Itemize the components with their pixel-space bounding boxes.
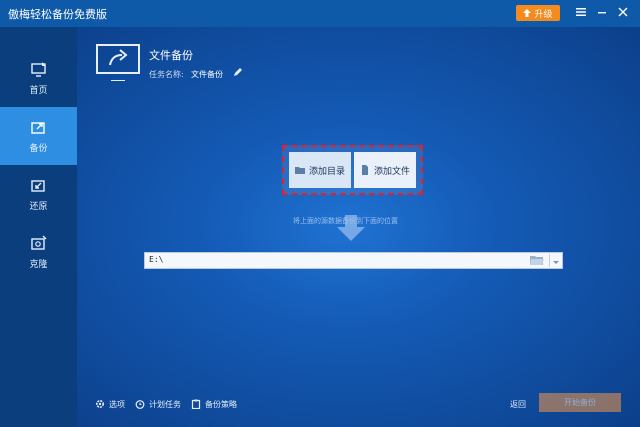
- add-file-label: 添加文件: [373, 166, 410, 177]
- close-icon[interactable]: [615, 5, 631, 21]
- sidebar-item-clone[interactable]: 克隆: [0, 223, 77, 281]
- add-directory-button[interactable]: 添加目录: [289, 152, 351, 188]
- hint-text: 将上面的源数据备份到下面的位置: [293, 217, 398, 225]
- minimize-icon[interactable]: [594, 5, 610, 21]
- home-monitor-icon: [30, 61, 46, 77]
- destination-path-value: E:\: [149, 255, 164, 264]
- alarm-clock-icon: [135, 400, 145, 409]
- browse-folder-icon[interactable]: [530, 255, 544, 266]
- source-selection-box: 添加目录 添加文件: [282, 145, 423, 195]
- edit-pencil-icon[interactable]: [233, 67, 243, 77]
- start-backup-label: 开始备份: [564, 398, 596, 407]
- file-backup-monitor-icon: [96, 44, 140, 81]
- sidebar-item-backup[interactable]: 备份: [0, 107, 77, 165]
- chevron-down-icon: [553, 261, 559, 264]
- task-name-label: 任务名称:: [149, 70, 184, 79]
- backup-strategy-button[interactable]: 备份策略: [191, 399, 237, 410]
- back-button[interactable]: 返回: [510, 399, 526, 410]
- folder-add-icon: [294, 167, 305, 174]
- gear-icon: [95, 399, 105, 409]
- sidebar-item-label: 克隆: [29, 259, 48, 270]
- main-panel: 文件备份 任务名称: 文件备份 添加目录 添加文件 将上面的源数据备份到下面的位…: [77, 27, 640, 427]
- sidebar-item-label: 首页: [29, 85, 48, 96]
- sidebar-item-restore[interactable]: 还原: [0, 165, 77, 223]
- add-file-button[interactable]: 添加文件: [354, 152, 416, 188]
- sidebar-item-label: 备份: [29, 143, 48, 154]
- upgrade-label: 升级: [534, 9, 553, 20]
- options-button[interactable]: 选项: [95, 399, 125, 410]
- destination-path-field[interactable]: E:\: [144, 252, 563, 269]
- restore-icon: [30, 179, 45, 192]
- clone-icon: [30, 235, 46, 250]
- sidebar-item-home[interactable]: 首页: [0, 49, 77, 107]
- title-bar: 傲梅轻松备份免费版 升级: [0, 0, 640, 27]
- app-title: 傲梅轻松备份免费版: [8, 8, 107, 21]
- sidebar-item-label: 还原: [29, 201, 48, 212]
- destination-dropdown[interactable]: [549, 254, 562, 267]
- schedule-button[interactable]: 计划任务: [135, 399, 181, 410]
- menu-icon[interactable]: [573, 5, 589, 21]
- clipboard-icon: [191, 399, 201, 409]
- backup-strategy-label: 备份策略: [205, 399, 237, 409]
- backup-icon: [30, 121, 45, 134]
- start-backup-button[interactable]: 开始备份: [539, 393, 621, 412]
- add-directory-label: 添加目录: [308, 166, 345, 177]
- file-add-icon: [361, 165, 368, 175]
- task-name-value: 文件备份: [191, 70, 223, 79]
- upgrade-button[interactable]: 升级: [516, 5, 560, 21]
- bottom-toolbar: 选项 计划任务 备份策略: [95, 397, 237, 411]
- schedule-label: 计划任务: [149, 399, 181, 409]
- page-title: 文件备份: [149, 49, 193, 62]
- upgrade-icon: [523, 9, 532, 17]
- options-label: 选项: [109, 399, 125, 409]
- sidebar: 首页 备份 还原 克隆: [0, 27, 77, 427]
